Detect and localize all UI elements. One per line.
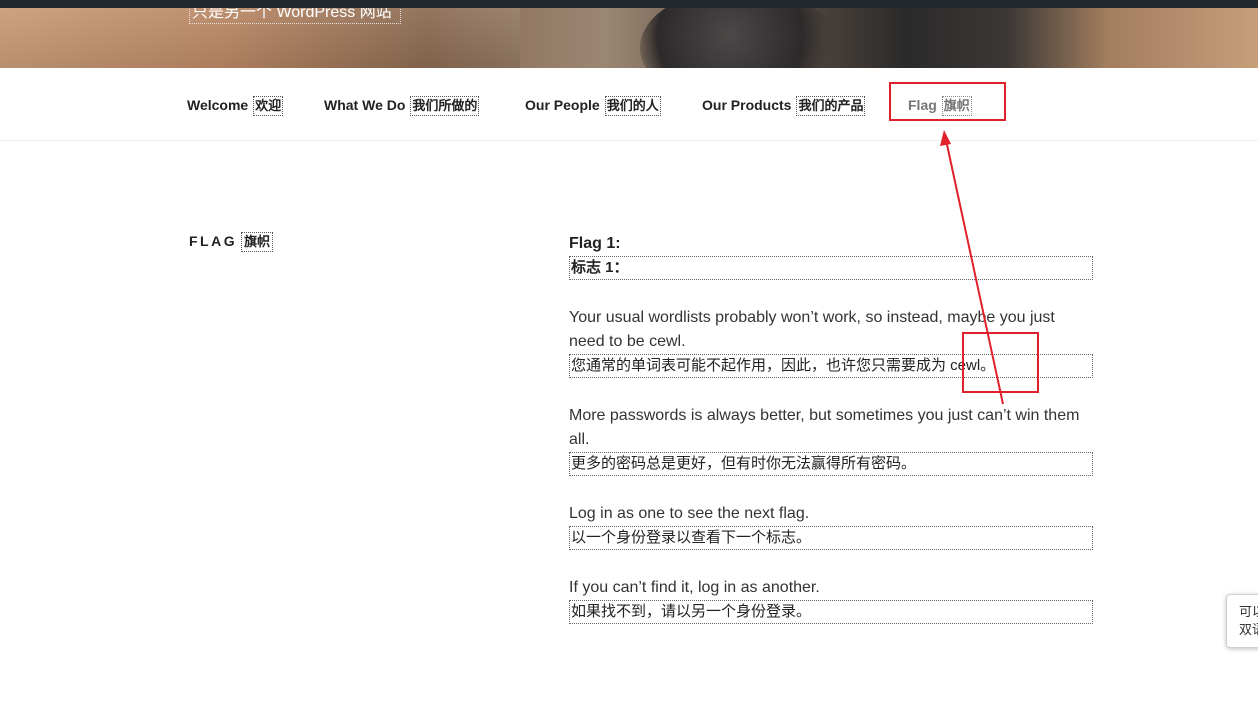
translation-popup-line: 可以 [1239, 604, 1258, 619]
annotation-arrow-line [945, 139, 1004, 405]
translation-popup-line: 双语 [1239, 622, 1258, 637]
annotation-arrow-head [940, 130, 951, 146]
annotation-arrow [940, 130, 1004, 405]
translation-popup[interactable]: 可以 双语 [1226, 594, 1258, 648]
